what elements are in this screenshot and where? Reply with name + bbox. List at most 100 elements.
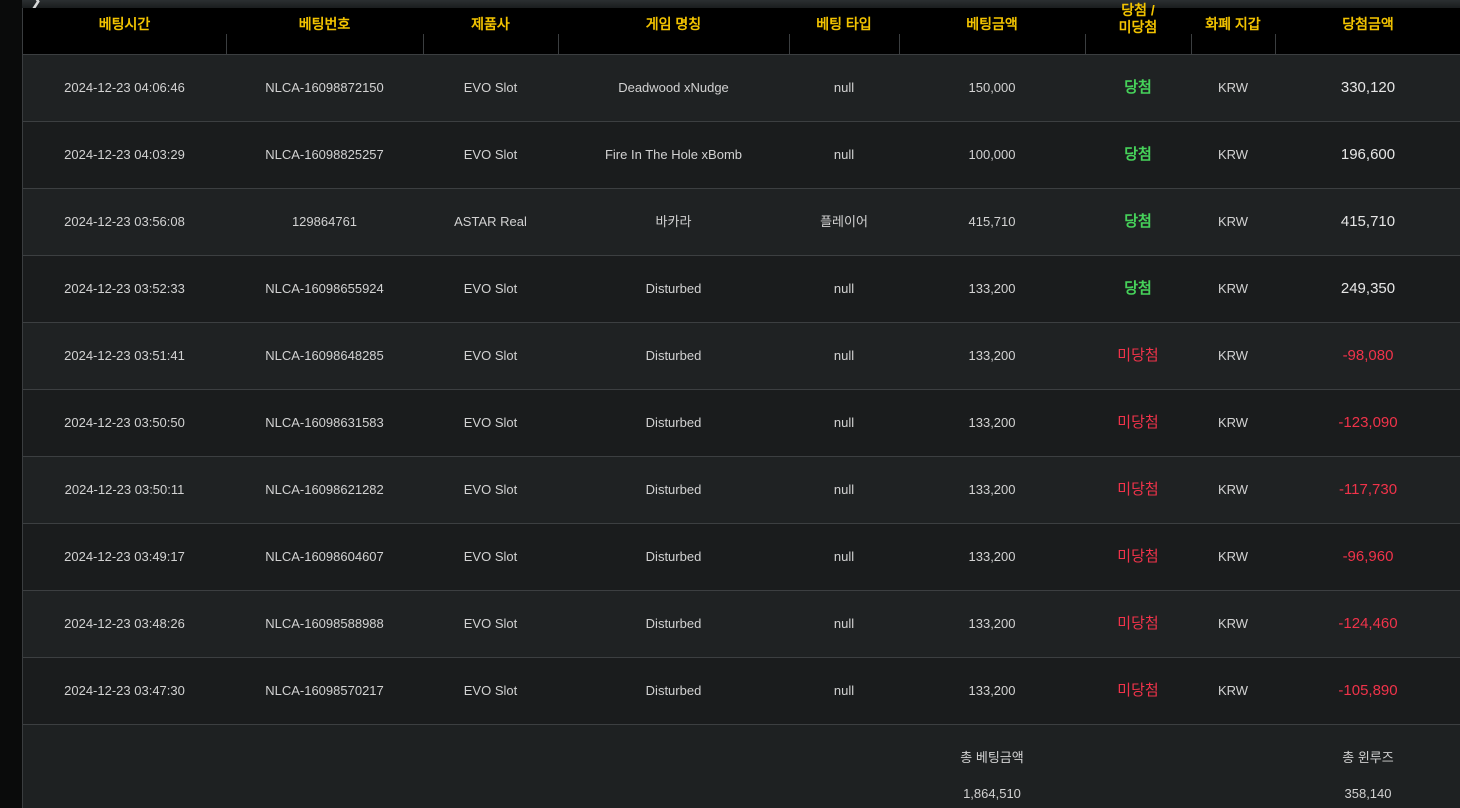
- cell-game-name: Disturbed: [645, 683, 702, 698]
- cell-game-name: Deadwood xNudge: [618, 80, 729, 95]
- header-result: 당첨 / 미당첨: [1085, 2, 1191, 49]
- cell-game-name: 바카라: [655, 214, 692, 229]
- cell-bet-type: 플레이어: [820, 214, 868, 229]
- table-row[interactable]: 2024-12-23 03:56:08 129864761 ASTAR Real…: [23, 189, 1460, 256]
- cell-bet-number: NLCA-16098588988: [265, 616, 384, 631]
- cell-bet-time: 2024-12-23 03:50:11: [64, 482, 185, 497]
- cell-bet-time: 2024-12-23 03:48:26: [64, 616, 185, 631]
- cell-bet-time: 2024-12-23 04:06:46: [64, 80, 185, 95]
- cell-wallet: KRW: [1217, 80, 1249, 95]
- cell-game-name: Disturbed: [645, 549, 702, 564]
- cell-result: 당첨: [1124, 79, 1152, 96]
- cell-result: 당첨: [1124, 213, 1152, 230]
- table-row[interactable]: 2024-12-23 04:03:29 NLCA-16098825257 EVO…: [23, 122, 1460, 189]
- cell-win-amount: 249,350: [1340, 280, 1396, 297]
- cell-win-amount: 330,120: [1340, 79, 1396, 96]
- cell-win-amount: -123,090: [1338, 414, 1398, 431]
- cell-bet-time: 2024-12-23 04:03:29: [64, 147, 185, 162]
- table-row[interactable]: 2024-12-23 03:51:41 NLCA-16098648285 EVO…: [23, 323, 1460, 390]
- cell-provider: EVO Slot: [463, 147, 518, 162]
- cell-win-amount: -105,890: [1338, 682, 1398, 699]
- header-game-name-label: 게임 명칭: [645, 16, 702, 32]
- header-bet-type-label: 베팅 타입: [816, 16, 872, 32]
- cell-provider: EVO Slot: [463, 415, 518, 430]
- top-toolbar-strip: [0, 0, 1460, 8]
- header-divider: [1275, 34, 1276, 55]
- cell-bet-time: 2024-12-23 03:56:08: [64, 214, 185, 229]
- table-body: 2024-12-23 04:06:46 NLCA-16098872150 EVO…: [23, 55, 1460, 725]
- cell-bet-time: 2024-12-23 03:52:33: [64, 281, 185, 296]
- header-result-label-line1: 당첨 /: [1121, 2, 1155, 18]
- header-bet-time-label: 베팅시간: [98, 16, 151, 32]
- table-row[interactable]: 2024-12-23 03:52:33 NLCA-16098655924 EVO…: [23, 256, 1460, 323]
- header-wallet-label: 화폐 지갑: [1205, 16, 1261, 32]
- table-row[interactable]: 2024-12-23 03:49:17 NLCA-16098604607 EVO…: [23, 524, 1460, 591]
- cell-bet-type: null: [833, 683, 855, 698]
- cell-bet-type: null: [833, 80, 855, 95]
- cell-win-amount: -96,960: [1342, 548, 1394, 565]
- cell-provider: EVO Slot: [463, 683, 518, 698]
- table-summary: 총 베팅금액 1,864,510 총 윈루즈 358,140: [23, 726, 1460, 808]
- table-header: 베팅시간 베팅번호 제품사 게임 명칭 베팅 타입 베팅금액 당첨 / 미당첨: [23, 2, 1460, 55]
- cell-bet-time: 2024-12-23 03:49:17: [64, 549, 185, 564]
- cell-bet-amount: 133,200: [968, 549, 1016, 564]
- cell-wallet: KRW: [1217, 683, 1249, 698]
- cell-bet-number: NLCA-16098825257: [265, 147, 384, 162]
- cell-game-name: Fire In The Hole xBomb: [604, 147, 743, 162]
- cell-wallet: KRW: [1217, 482, 1249, 497]
- cell-wallet: KRW: [1217, 415, 1249, 430]
- cell-provider: ASTAR Real: [454, 214, 527, 229]
- cell-provider: EVO Slot: [463, 616, 518, 631]
- cell-wallet: KRW: [1217, 616, 1249, 631]
- cell-win-amount: 196,600: [1340, 146, 1396, 163]
- app-frame: ❯ 베팅시간 베팅번호 제품사 게임 명칭 베팅 타입 베팅금액 당첨 / 미당…: [0, 0, 1460, 808]
- table-row[interactable]: 2024-12-23 03:50:50 NLCA-16098631583 EVO…: [23, 390, 1460, 457]
- cell-bet-type: null: [833, 482, 855, 497]
- cell-bet-type: null: [833, 415, 855, 430]
- cell-bet-time: 2024-12-23 03:51:41: [64, 348, 185, 363]
- cell-bet-type: null: [833, 348, 855, 363]
- cell-bet-type: null: [833, 549, 855, 564]
- cell-win-amount: 415,710: [1340, 213, 1396, 230]
- cell-result: 미당첨: [1117, 682, 1159, 699]
- cell-bet-amount: 133,200: [968, 281, 1016, 296]
- header-provider-label: 제품사: [471, 16, 510, 32]
- cell-bet-amount: 133,200: [968, 415, 1016, 430]
- header-divider: [899, 34, 900, 55]
- cell-wallet: KRW: [1217, 348, 1249, 363]
- cell-wallet: KRW: [1217, 147, 1249, 162]
- cell-bet-number: NLCA-16098621282: [265, 482, 384, 497]
- table-row[interactable]: 2024-12-23 04:06:46 NLCA-16098872150 EVO…: [23, 55, 1460, 122]
- cell-bet-amount: 415,710: [968, 214, 1016, 229]
- cell-win-amount: -124,460: [1338, 615, 1398, 632]
- cell-provider: EVO Slot: [463, 348, 518, 363]
- cell-provider: EVO Slot: [463, 281, 518, 296]
- total-winloss-label: 총 윈루즈: [1342, 750, 1394, 765]
- cell-game-name: Disturbed: [645, 482, 702, 497]
- betting-history-table: 베팅시간 베팅번호 제품사 게임 명칭 베팅 타입 베팅금액 당첨 / 미당첨: [22, 2, 1460, 808]
- cell-provider: EVO Slot: [463, 80, 518, 95]
- cell-wallet: KRW: [1217, 281, 1249, 296]
- cell-bet-number: NLCA-16098604607: [265, 549, 384, 564]
- cell-win-amount: -117,730: [1338, 481, 1398, 498]
- header-bet-number-label: 베팅번호: [298, 16, 351, 32]
- cell-bet-number: NLCA-16098872150: [265, 80, 384, 95]
- total-winloss-value: 358,140: [1344, 786, 1392, 801]
- cell-wallet: KRW: [1217, 549, 1249, 564]
- table-row[interactable]: 2024-12-23 03:47:30 NLCA-16098570217 EVO…: [23, 658, 1460, 725]
- cell-bet-time: 2024-12-23 03:50:50: [64, 415, 185, 430]
- table-row[interactable]: 2024-12-23 03:50:11 NLCA-16098621282 EVO…: [23, 457, 1460, 524]
- cell-bet-type: null: [833, 616, 855, 631]
- cell-bet-amount: 133,200: [968, 616, 1016, 631]
- cell-bet-amount: 133,200: [968, 683, 1016, 698]
- cell-result: 미당첨: [1117, 414, 1159, 431]
- cell-bet-time: 2024-12-23 03:47:30: [64, 683, 185, 698]
- header-divider: [423, 34, 424, 55]
- header-divider: [226, 34, 227, 55]
- table-row[interactable]: 2024-12-23 03:48:26 NLCA-16098588988 EVO…: [23, 591, 1460, 658]
- left-gutter: [0, 0, 22, 808]
- total-bet-value: 1,864,510: [963, 786, 1021, 801]
- cell-bet-number: 129864761: [291, 214, 358, 229]
- cell-bet-number: NLCA-16098648285: [265, 348, 384, 363]
- cell-bet-amount: 150,000: [968, 80, 1016, 95]
